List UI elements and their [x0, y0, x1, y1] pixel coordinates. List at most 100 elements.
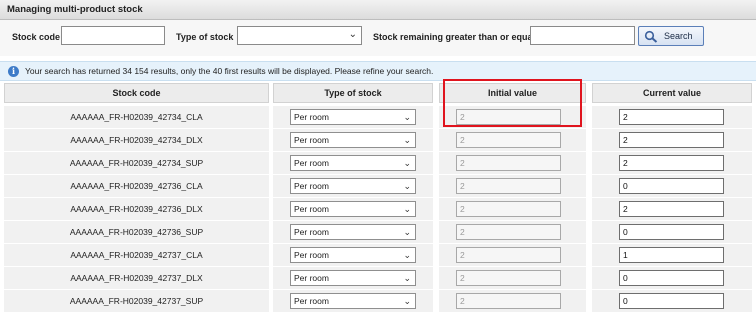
current-value-cell: 0	[592, 290, 752, 313]
stock-code-input[interactable]	[61, 26, 165, 45]
type-of-stock-select[interactable]: ⌄	[237, 26, 362, 45]
initial-value-input: 2	[456, 109, 561, 125]
current-value-input[interactable]: 0	[619, 293, 724, 309]
chevron-down-icon: ⌄	[403, 181, 411, 191]
stock-code-cell: AAAAAA_FR-H02039_42734_SUP	[4, 152, 269, 175]
table-row: AAAAAA_FR-H02039_42734_SUP Per room ⌄ 2 2	[0, 152, 756, 175]
initial-value-input: 2	[456, 224, 561, 240]
stock-remaining-label: Stock remaining greater than or equal	[373, 32, 536, 42]
current-value-input[interactable]: 0	[619, 178, 724, 194]
initial-value-cell: 2	[439, 106, 586, 129]
chevron-down-icon: ⌄	[403, 227, 411, 237]
stock-code-cell: AAAAAA_FR-H02039_42736_SUP	[4, 221, 269, 244]
chevron-down-icon: ⌄	[403, 273, 411, 283]
type-of-stock-cell: Per room ⌄	[273, 290, 433, 313]
chevron-down-icon: ⌄	[403, 158, 411, 168]
table-row: AAAAAA_FR-H02039_42736_CLA Per room ⌄ 2 0	[0, 175, 756, 198]
chevron-down-icon: ⌄	[403, 112, 411, 122]
initial-value-input: 2	[456, 201, 561, 217]
table-row: AAAAAA_FR-H02039_42736_DLX Per room ⌄ 2 2	[0, 198, 756, 221]
header-stock-code: Stock code	[4, 83, 269, 103]
info-banner: i Your search has returned 34 154 result…	[0, 61, 756, 81]
current-value-input[interactable]: 1	[619, 247, 724, 263]
type-of-stock-cell: Per room ⌄	[273, 152, 433, 175]
type-of-stock-cell: Per room ⌄	[273, 244, 433, 267]
type-of-stock-select[interactable]: Per room ⌄	[290, 293, 416, 309]
current-value-input[interactable]: 0	[619, 270, 724, 286]
type-of-stock-value: Per room	[294, 296, 329, 306]
table-row: AAAAAA_FR-H02039_42734_DLX Per room ⌄ 2 2	[0, 129, 756, 152]
stock-code-cell: AAAAAA_FR-H02039_42737_SUP	[4, 290, 269, 313]
initial-value-cell: 2	[439, 175, 586, 198]
chevron-down-icon: ⌄	[403, 204, 411, 214]
stock-code-cell: AAAAAA_FR-H02039_42734_CLA	[4, 106, 269, 129]
current-value-cell: 0	[592, 221, 752, 244]
info-icon: i	[8, 66, 19, 77]
chevron-down-icon: ⌄	[403, 296, 411, 306]
type-of-stock-select[interactable]: Per room ⌄	[290, 224, 416, 240]
current-value-input[interactable]: 2	[619, 155, 724, 171]
initial-value-input: 2	[456, 270, 561, 286]
type-of-stock-value: Per room	[294, 158, 329, 168]
table-row: AAAAAA_FR-H02039_42737_SUP Per room ⌄ 2 0	[0, 290, 756, 313]
current-value-cell: 0	[592, 267, 752, 290]
current-value-cell: 1	[592, 244, 752, 267]
initial-value-input: 2	[456, 293, 561, 309]
stock-code-cell: AAAAAA_FR-H02039_42734_DLX	[4, 129, 269, 152]
initial-value-cell: 2	[439, 244, 586, 267]
stock-code-cell: AAAAAA_FR-H02039_42737_CLA	[4, 244, 269, 267]
search-button-label: Search	[664, 31, 693, 41]
current-value-cell: 2	[592, 106, 752, 129]
initial-value-cell: 2	[439, 221, 586, 244]
info-message: Your search has returned 34 154 results,…	[25, 66, 434, 76]
chevron-down-icon: ⌄	[403, 135, 411, 145]
type-of-stock-select[interactable]: Per room ⌄	[290, 109, 416, 125]
header-current-value: Current value	[592, 83, 752, 103]
type-of-stock-value: Per room	[294, 250, 329, 260]
chevron-down-icon: ⌄	[348, 29, 357, 40]
type-of-stock-select[interactable]: Per room ⌄	[290, 178, 416, 194]
type-of-stock-select[interactable]: Per room ⌄	[290, 201, 416, 217]
table-row: AAAAAA_FR-H02039_42734_CLA Per room ⌄ 2 2	[0, 106, 756, 129]
initial-value-cell: 2	[439, 129, 586, 152]
current-value-cell: 0	[592, 175, 752, 198]
initial-value-cell: 2	[439, 152, 586, 175]
current-value-cell: 2	[592, 198, 752, 221]
current-value-input[interactable]: 2	[619, 201, 724, 217]
current-value-input[interactable]: 0	[619, 224, 724, 240]
type-of-stock-value: Per room	[294, 181, 329, 191]
type-of-stock-cell: Per room ⌄	[273, 267, 433, 290]
type-of-stock-value: Per room	[294, 112, 329, 122]
table-row: AAAAAA_FR-H02039_42737_DLX Per room ⌄ 2 0	[0, 267, 756, 290]
current-value-cell: 2	[592, 129, 752, 152]
initial-value-cell: 2	[439, 290, 586, 313]
type-of-stock-value: Per room	[294, 135, 329, 145]
initial-value-input: 2	[456, 247, 561, 263]
current-value-input[interactable]: 2	[619, 132, 724, 148]
type-of-stock-cell: Per room ⌄	[273, 198, 433, 221]
search-icon	[644, 30, 658, 43]
initial-value-input: 2	[456, 155, 561, 171]
type-of-stock-cell: Per room ⌄	[273, 221, 433, 244]
table-row: AAAAAA_FR-H02039_42736_SUP Per room ⌄ 2 0	[0, 221, 756, 244]
current-value-input[interactable]: 2	[619, 109, 724, 125]
stock-remaining-input[interactable]	[530, 26, 635, 45]
stock-code-cell: AAAAAA_FR-H02039_42736_CLA	[4, 175, 269, 198]
type-of-stock-label: Type of stock	[176, 32, 234, 42]
stock-code-cell: AAAAAA_FR-H02039_42736_DLX	[4, 198, 269, 221]
type-of-stock-select[interactable]: Per room ⌄	[290, 270, 416, 286]
type-of-stock-select[interactable]: Per room ⌄	[290, 247, 416, 263]
initial-value-input: 2	[456, 132, 561, 148]
header-type-of-stock: Type of stock	[273, 83, 433, 103]
type-of-stock-select[interactable]: Per room ⌄	[290, 132, 416, 148]
initial-value-cell: 2	[439, 267, 586, 290]
type-of-stock-cell: Per room ⌄	[273, 175, 433, 198]
type-of-stock-cell: Per room ⌄	[273, 129, 433, 152]
initial-value-input: 2	[456, 178, 561, 194]
type-of-stock-select[interactable]: Per room ⌄	[290, 155, 416, 171]
page-title: Managing multi-product stock	[0, 0, 756, 20]
table-row: AAAAAA_FR-H02039_42737_CLA Per room ⌄ 2 1	[0, 244, 756, 267]
search-button[interactable]: Search	[638, 26, 704, 46]
stock-code-cell: AAAAAA_FR-H02039_42737_DLX	[4, 267, 269, 290]
initial-value-cell: 2	[439, 198, 586, 221]
